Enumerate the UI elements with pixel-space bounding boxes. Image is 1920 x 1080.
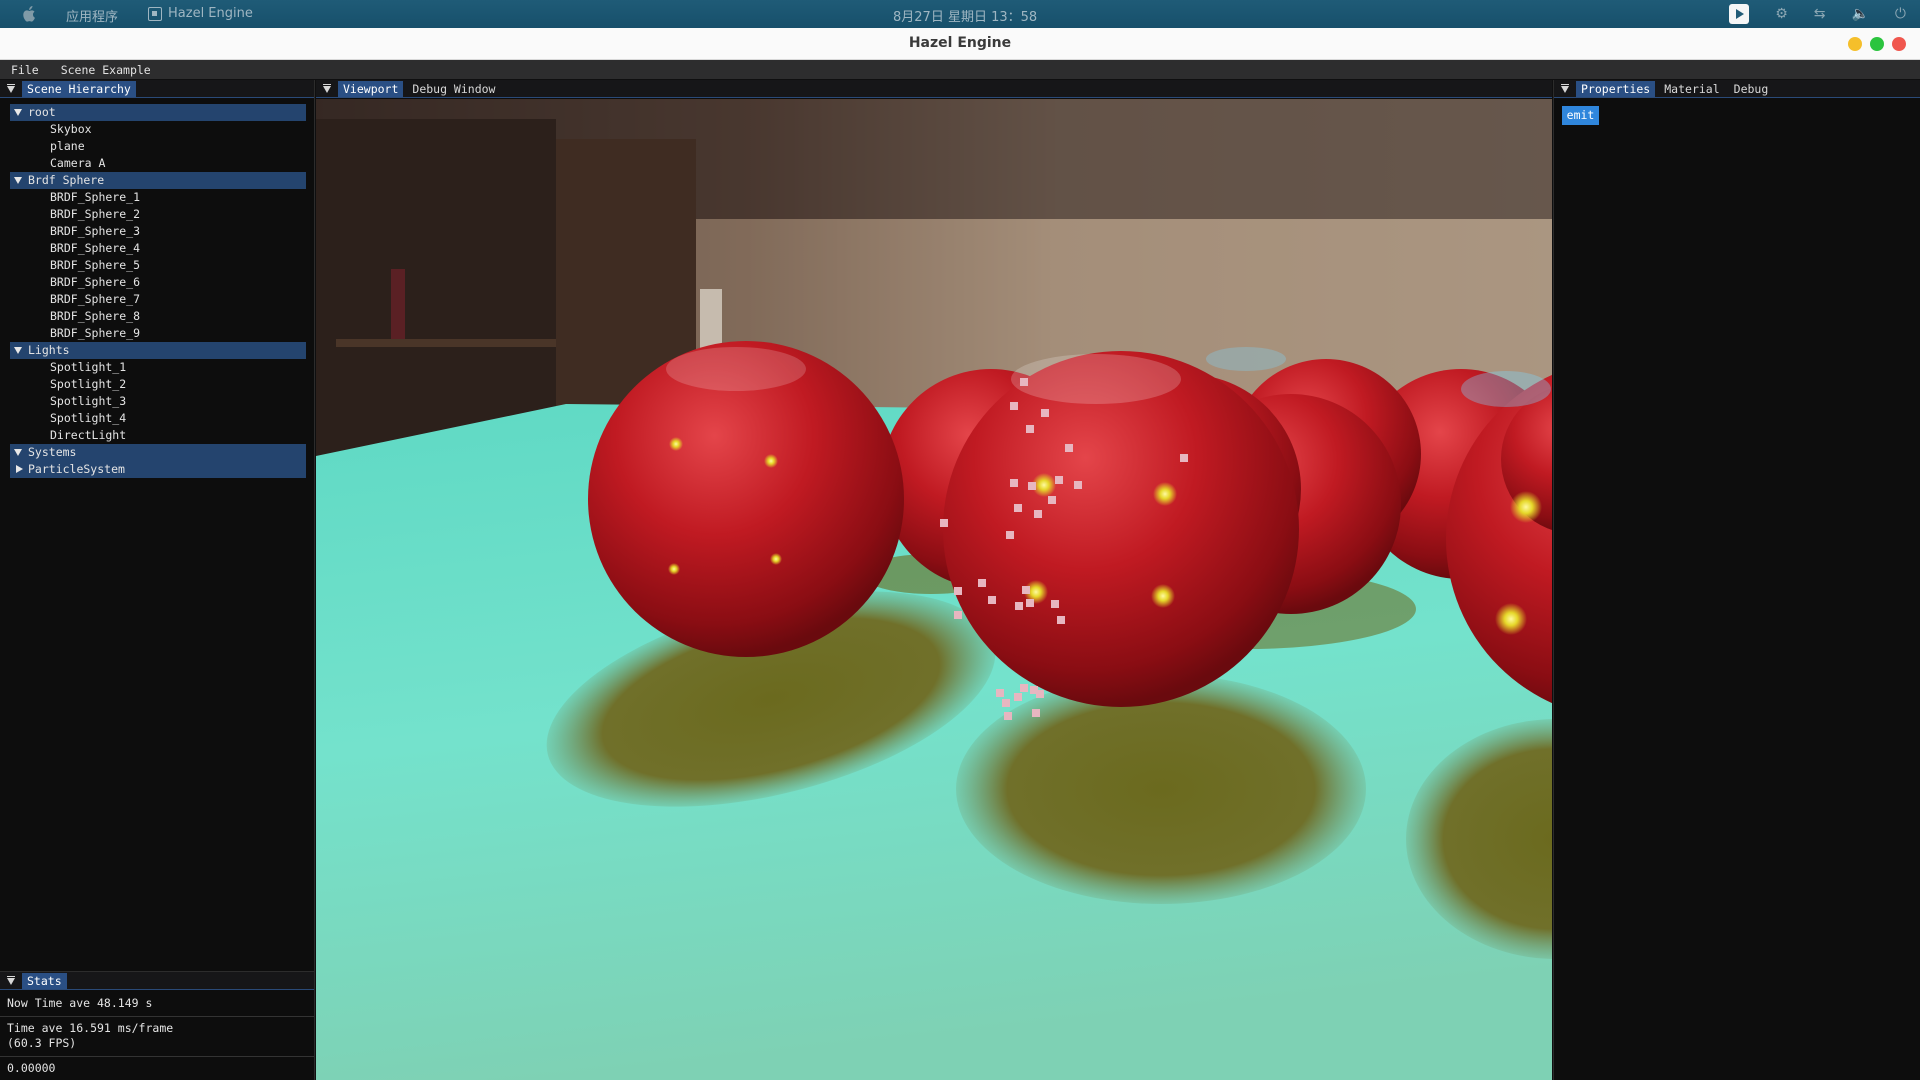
divider (0, 1016, 314, 1017)
tree-item[interactable]: BRDF_Sphere_2 (0, 206, 315, 223)
tab-material[interactable]: Material (1659, 81, 1724, 97)
tree-item[interactable]: Skybox (0, 121, 315, 138)
menu-scene-example[interactable]: Scene Example (61, 63, 151, 77)
collapsed-arrow-icon[interactable] (16, 465, 23, 473)
viewport-tabbar: Viewport Debug Window (316, 80, 1552, 98)
tree-item[interactable]: BRDF_Sphere_4 (0, 240, 315, 257)
applications-menu[interactable]: 应用程序 (66, 6, 118, 25)
frame-time-text: Time ave 16.591 ms/frame (7, 1021, 174, 1035)
scene-tree: root Skybox plane Camera A Brdf Sphere BRDF_S… (0, 104, 315, 478)
tree-group-label: root (28, 105, 56, 119)
tree-item[interactable]: Spotlight_4 (0, 410, 315, 427)
tab-debug[interactable]: Debug (1729, 81, 1774, 97)
stats-tabbar: Stats (0, 972, 314, 990)
now-time-text: Now Time ave 48.149 s (7, 996, 153, 1010)
tab-stats[interactable]: Stats (22, 972, 67, 989)
expanded-arrow-icon[interactable] (14, 449, 22, 456)
window-controls (1848, 37, 1906, 51)
tree-item[interactable]: DirectLight (0, 427, 315, 444)
tree-item[interactable]: BRDF_Sphere_3 (0, 223, 315, 240)
maximize-button[interactable] (1870, 37, 1884, 51)
tree-group-row[interactable]: Brdf Sphere (10, 172, 306, 189)
tree-item[interactable]: BRDF_Sphere_1 (0, 189, 315, 206)
tree-item[interactable]: BRDF_Sphere_6 (0, 274, 315, 291)
window-title: Hazel Engine (908, 35, 1012, 51)
tree-group-label: ParticleSystem (28, 462, 125, 476)
properties-tabbar: Properties Material Debug (1554, 80, 1920, 98)
tree-item[interactable]: BRDF_Sphere_5 (0, 257, 315, 274)
os-top-bar: 应用程序 Hazel Engine 8月27日 星期日 13：58 ⚙ ⇆ 🔈 … (0, 0, 1920, 28)
expanded-arrow-icon[interactable] (14, 109, 22, 116)
tree-item[interactable]: Spotlight_3 (0, 393, 315, 410)
divider (0, 1056, 314, 1057)
emit-button[interactable]: emit (1562, 106, 1599, 125)
tree-group-row[interactable]: root (10, 104, 306, 121)
scene-render (316, 99, 1552, 1080)
collapse-icon[interactable] (4, 972, 18, 990)
active-app-label: Hazel Engine (168, 6, 253, 21)
tree-item[interactable]: plane (0, 138, 315, 155)
collapse-icon[interactable] (1558, 80, 1572, 98)
tree-group-label: Brdf Sphere (28, 173, 105, 187)
tree-item[interactable]: Spotlight_2 (0, 376, 315, 393)
collapse-icon[interactable] (4, 80, 18, 98)
expanded-arrow-icon[interactable] (14, 347, 22, 354)
scene-hierarchy-panel: Scene Hierarchy root Skybox plane Camera AB… (0, 80, 315, 971)
network-icon[interactable]: ⇆ (1814, 6, 1826, 22)
tree-item[interactable]: Camera A (0, 155, 315, 172)
power-icon[interactable]: ⏻ (1895, 6, 1906, 22)
tab-viewport[interactable]: Viewport (338, 80, 404, 97)
stats-body: Now Time ave 48.149 s Time ave 16.591 ms… (0, 996, 314, 1076)
tree-item[interactable]: BRDF_Sphere_8 (0, 308, 315, 325)
apple-logo-icon[interactable] (20, 5, 36, 23)
menu-file[interactable]: File (11, 63, 39, 77)
fps-text: (60.3 FPS) (7, 1036, 77, 1050)
viewport-panel: Viewport Debug Window (316, 80, 1552, 1080)
play-icon[interactable] (1729, 4, 1750, 24)
stats-panel: Stats Now Time ave 48.149 s Time ave 16.… (0, 971, 315, 1080)
close-button[interactable] (1892, 37, 1906, 51)
tree-group-label: Lights (28, 343, 70, 357)
system-tray: ⚙ ⇆ 🔈 ⏻ (1729, 0, 1920, 28)
minimize-button[interactable] (1848, 37, 1862, 51)
tree-item[interactable]: BRDF_Sphere_9 (0, 325, 315, 342)
stats-value: 0.00000 (7, 1061, 56, 1075)
hierarchy-tabbar: Scene Hierarchy (0, 80, 314, 98)
tree-item[interactable]: Spotlight_1 (0, 359, 315, 376)
tree-item[interactable]: BRDF_Sphere_7 (0, 291, 315, 308)
tree-group-row[interactable]: Lights (10, 342, 306, 359)
tree-group-row[interactable]: ParticleSystem (10, 461, 306, 478)
app-window-icon (148, 6, 162, 21)
active-app-indicator[interactable]: Hazel Engine (148, 6, 253, 21)
settings-icon[interactable]: ⚙ (1775, 6, 1788, 22)
tab-properties[interactable]: Properties (1576, 80, 1656, 97)
tab-scene-hierarchy[interactable]: Scene Hierarchy (22, 80, 136, 97)
properties-panel: Properties Material Debug emit (1553, 80, 1920, 1080)
tree-group-row[interactable]: Systems (10, 444, 306, 461)
menu-bar: File Scene Example (0, 60, 1920, 79)
window-title-bar: Hazel Engine (0, 28, 1920, 60)
tree-group-label: Systems (28, 445, 77, 459)
tab-debug-window[interactable]: Debug Window (407, 81, 500, 97)
expanded-arrow-icon[interactable] (14, 177, 22, 184)
collapse-icon[interactable] (320, 80, 334, 98)
scene-viewport[interactable] (316, 99, 1552, 1080)
volume-icon[interactable]: 🔈 (1851, 6, 1868, 22)
clock[interactable]: 8月27日 星期日 13：58 (893, 6, 1037, 25)
